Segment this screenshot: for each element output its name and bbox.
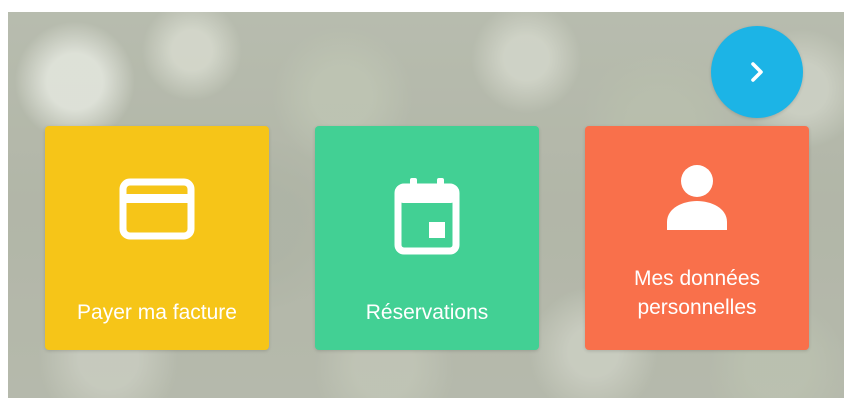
calendar-icon [394, 178, 460, 255]
tile-label: Réservations [365, 301, 489, 324]
tile-personal-data[interactable]: Mes données personnelles [585, 126, 809, 350]
person-icon [667, 165, 727, 230]
tile-reservations[interactable]: Réservations [315, 126, 539, 350]
credit-card-icon [119, 178, 195, 240]
tile-pay-invoice[interactable]: Payer ma facture [45, 126, 269, 350]
tile-label-line-2: personnelles [637, 296, 757, 319]
chevron-right-icon [751, 62, 763, 82]
tile-label-line-1: Mes données [633, 267, 761, 290]
tile-label: Payer ma facture [77, 301, 237, 324]
next-button[interactable] [711, 26, 803, 118]
tile-label: Mes données personnelles [585, 264, 809, 322]
